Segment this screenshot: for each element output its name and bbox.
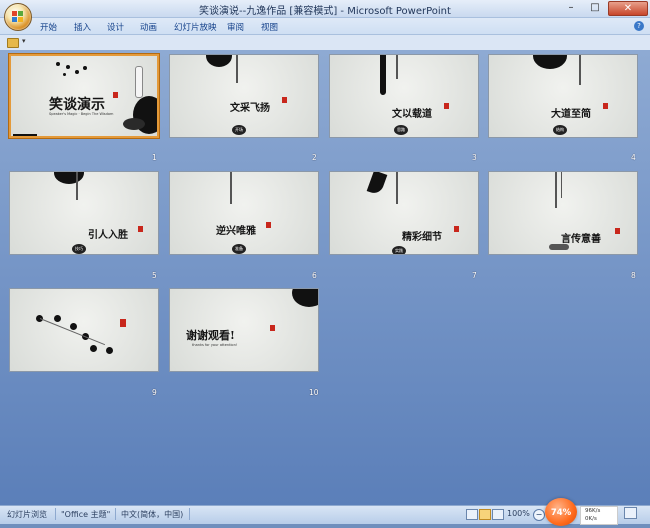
slideshow-view-button[interactable] [492, 509, 504, 520]
slide-thumbnail-4[interactable]: 大道至简 结构 [488, 54, 638, 138]
zoom-out-button[interactable]: − [533, 509, 545, 521]
view-name: 幻灯片浏览 [7, 510, 47, 519]
timeline-node [54, 315, 61, 322]
maximize-button[interactable]: □ [584, 1, 606, 14]
customize-toolbar-dropdown[interactable]: ▾ [22, 37, 26, 45]
ribbon-tabs: 开始 插入 设计 动画 幻灯片放映 审阅 视图 ? [0, 18, 650, 35]
window-title: 笑谈演说--九逸作品 [兼容模式] - Microsoft PowerPoint [199, 6, 451, 17]
section-badge: 技巧 [72, 244, 86, 254]
slide-number: 5 [152, 271, 157, 280]
slide-title: 文以载道 [392, 109, 432, 120]
slide-title: 谢谢观看! [186, 329, 235, 342]
slide-thumbnail-2[interactable]: 文采飞扬 开场 [169, 54, 319, 138]
slide-number: 8 [631, 271, 636, 280]
red-seal [120, 319, 126, 327]
slide-sorter-view-button[interactable] [479, 509, 491, 520]
slide-number: 1 [152, 153, 157, 162]
slide-subtitle: thanks for your attention! [192, 343, 238, 347]
tab-insert[interactable]: 插入 [74, 21, 91, 33]
section-badge: 思路 [394, 125, 408, 135]
slide-title: 言传意善 [561, 234, 601, 245]
slide-number: 4 [631, 153, 636, 162]
figure-illustration [135, 66, 143, 98]
slide-thumbnail-3[interactable]: 文以载道 思路 [329, 54, 479, 138]
red-seal [270, 325, 275, 331]
slide-title: 引人入胜 [88, 230, 128, 241]
slide-title: 笑谈演示 [49, 97, 105, 113]
tab-design[interactable]: 设计 [107, 21, 124, 33]
slide-sorter-canvas[interactable]: 笑谈演示 Speaker's Magic · Begin The Wisdom … [0, 50, 650, 505]
office-button[interactable] [4, 3, 32, 31]
tab-home[interactable]: 开始 [40, 21, 57, 33]
tab-review[interactable]: 审阅 [227, 21, 244, 33]
slide-number: 2 [312, 153, 317, 162]
office-logo-icon [12, 11, 24, 23]
upload-speed: 96K/s [585, 508, 601, 514]
section-badge: 实践 [392, 246, 406, 254]
slide-title: 逆兴唯雅 [216, 226, 256, 237]
ink-stroke [380, 55, 386, 95]
normal-view-button[interactable] [466, 509, 478, 520]
timeline-node [106, 347, 113, 354]
download-speed: 0K/s [585, 516, 597, 522]
fit-to-window-button[interactable] [624, 507, 637, 519]
zoom-level[interactable]: 100% [507, 509, 530, 518]
slide-title: 大道至简 [551, 109, 591, 120]
timeline-node [70, 323, 77, 330]
open-folder-icon[interactable] [7, 38, 19, 48]
slide-thumbnail-7[interactable]: 精彩细节 实践 [329, 171, 479, 255]
red-seal [454, 226, 459, 232]
red-seal [266, 222, 271, 228]
red-seal [603, 103, 608, 109]
slide-number: 7 [472, 271, 477, 280]
tab-view[interactable]: 视图 [261, 21, 278, 33]
help-icon[interactable]: ? [634, 21, 644, 31]
slide-thumbnail-5[interactable]: 引人入胜 技巧 [9, 171, 159, 255]
quick-access-toolbar: ▾ [0, 35, 650, 51]
title-bar: 笑谈演说--九逸作品 [兼容模式] - Microsoft PowerPoint… [0, 0, 650, 18]
slide-number: 3 [472, 153, 477, 162]
timeline-node [90, 345, 97, 352]
slide-thumbnail-1[interactable]: 笑谈演示 Speaker's Magic · Begin The Wisdom [9, 54, 159, 138]
language-indicator[interactable]: 中文(简体，中国) [121, 509, 183, 520]
red-seal [138, 226, 143, 232]
slide-number: 10 [309, 388, 319, 397]
red-seal [444, 103, 449, 109]
section-badge: 开场 [232, 125, 246, 135]
network-speed-widget: 96K/s 0K/s [580, 506, 618, 525]
stone-illustration [549, 244, 569, 250]
section-badge: 结构 [553, 125, 567, 135]
slide-subtitle: Speaker's Magic · Begin The Wisdom [49, 112, 114, 116]
theme-name[interactable]: "Office 主题" [61, 509, 110, 520]
slide-number: 9 [152, 388, 157, 397]
tab-animation[interactable]: 动画 [140, 21, 157, 33]
slide-thumbnail-10[interactable]: 谢谢观看! thanks for your attention! [169, 288, 319, 372]
slide-thumbnail-9[interactable] [9, 288, 159, 372]
slide-title: 精彩细节 [402, 232, 442, 243]
zoom-badge[interactable]: 74% [545, 498, 577, 526]
red-seal [113, 92, 118, 98]
section-badge: 准备 [232, 244, 246, 254]
window-controls: – □ ✕ [560, 1, 648, 16]
close-button[interactable]: ✕ [608, 1, 648, 16]
minimize-button[interactable]: – [560, 1, 582, 14]
tab-slideshow[interactable]: 幻灯片放映 [174, 21, 217, 33]
slide-thumbnail-6[interactable]: 逆兴唯雅 准备 [169, 171, 319, 255]
slide-number: 6 [312, 271, 317, 280]
red-seal [282, 97, 287, 103]
slide-title: 文采飞扬 [230, 103, 270, 114]
slide-thumbnail-8[interactable]: 言传意善 [488, 171, 638, 255]
red-seal [615, 228, 620, 234]
